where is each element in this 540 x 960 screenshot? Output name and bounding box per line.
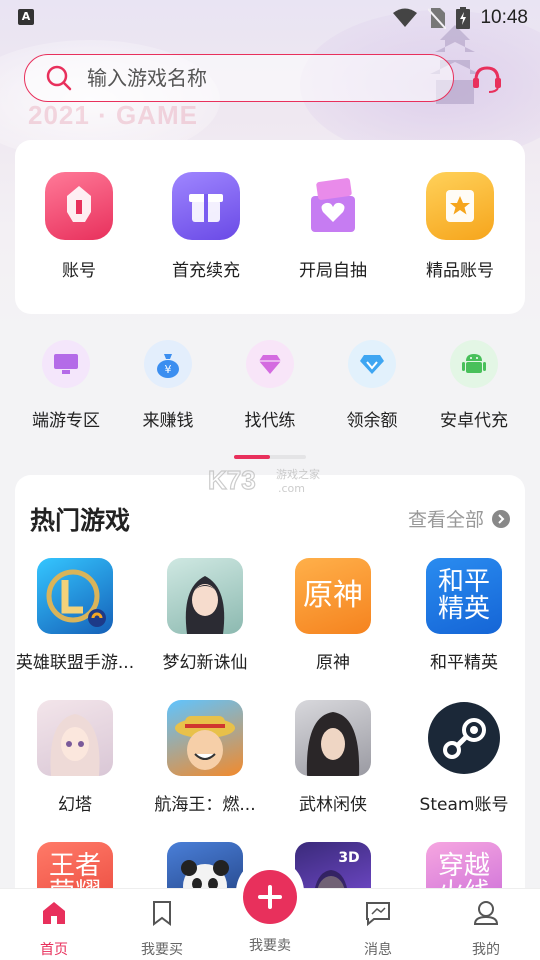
see-all-label: 查看全部	[407, 509, 484, 531]
category-premium-account[interactable]: 精品账号	[400, 172, 520, 281]
shortcut-pc-games[interactable]: 端游专区	[16, 340, 116, 431]
game-name: 武林闲侠	[299, 795, 367, 815]
category-label: 首充续充	[172, 261, 240, 281]
svg-text:3D: 3D	[338, 850, 359, 866]
profile-icon	[473, 901, 499, 925]
see-all-link[interactable]: 查看全部	[408, 505, 510, 532]
genshin-text-icon: 原神	[295, 558, 371, 634]
status-bar: A 10:48	[0, 0, 540, 36]
category-label: 账号	[62, 261, 96, 281]
search-bar[interactable]	[24, 54, 454, 102]
home-icon	[43, 902, 65, 924]
game-item[interactable]: 梦幻新诛仙	[143, 558, 267, 673]
game-item[interactable]: 武林闲侠	[271, 700, 395, 815]
shortcut-row: 端游专区 ¥ 来赚钱 找代练 领余额 安卓代充	[0, 340, 540, 440]
shortcut-android-recharge[interactable]: 安卓代充	[424, 340, 524, 431]
game-item[interactable]: 原神 原神	[271, 558, 395, 673]
nav-messages[interactable]: 消息	[338, 899, 418, 959]
plus-icon	[258, 885, 282, 909]
no-sim-icon	[428, 8, 447, 29]
game-name: Steam账号	[419, 795, 509, 815]
diamond-icon	[246, 340, 294, 388]
money-bag-icon: ¥	[144, 340, 192, 388]
category-label: 开局自抽	[299, 261, 367, 281]
gift-heart-icon	[299, 172, 367, 240]
page-indicator-active	[234, 455, 270, 459]
page-indicator	[234, 455, 306, 459]
svg-text:¥: ¥	[165, 363, 172, 376]
chevron-right-icon	[492, 509, 510, 528]
nav-label: 消息	[364, 942, 392, 958]
lol-icon	[37, 558, 113, 634]
anime-girl-icon	[37, 700, 113, 776]
nav-label: 我的	[472, 942, 500, 958]
nav-label: 我要卖	[249, 938, 291, 954]
svg-text:.com: .com	[278, 482, 305, 495]
svg-text:游戏之家: 游戏之家	[276, 467, 320, 481]
shortcut-claim-balance[interactable]: 领余额	[322, 340, 422, 431]
game-name: 和平精英	[430, 653, 498, 673]
hero-watermark-text: 2021 · GAME	[28, 100, 198, 130]
clock: 10:48	[480, 7, 528, 28]
game-item[interactable]: 航海王：燃...	[143, 700, 267, 815]
fairy-girl-icon	[167, 558, 243, 634]
nav-sell[interactable]: 我要卖	[230, 935, 310, 955]
game-item[interactable]: Steam账号	[402, 700, 525, 815]
shortcut-label: 找代练	[244, 411, 296, 431]
swordsman-icon	[295, 700, 371, 776]
battery-charging-icon	[456, 7, 471, 29]
sell-button[interactable]	[243, 870, 297, 924]
game-icon-text: 和平精英	[437, 566, 490, 624]
shortcut-label: 端游专区	[32, 411, 100, 431]
game-item[interactable]: 和平精英 和平精英	[402, 558, 525, 673]
game-icon-text: 原神	[303, 578, 363, 614]
game-name: 英雄联盟手游...	[15, 653, 135, 673]
message-icon	[366, 902, 390, 927]
peace-elite-text-icon: 和平精英	[426, 558, 502, 634]
helmet-icon	[45, 172, 113, 240]
category-label: 精品账号	[426, 261, 494, 281]
notification-a-icon: A	[18, 9, 34, 25]
wifi-icon	[393, 8, 418, 27]
shortcut-label: 来赚钱	[142, 411, 194, 431]
shortcut-label: 领余额	[346, 411, 398, 431]
svg-text:K73: K73	[208, 465, 256, 495]
steam-icon	[426, 700, 502, 776]
category-first-recharge[interactable]: 首充续充	[146, 172, 266, 281]
nav-buy[interactable]: 我要买	[122, 899, 202, 959]
game-name: 梦幻新诛仙	[162, 653, 248, 673]
monitor-icon	[42, 340, 90, 388]
search-input[interactable]	[87, 66, 417, 90]
section-title: 热门游戏	[30, 506, 131, 535]
site-watermark-logo: K73 游戏之家 .com	[207, 462, 338, 498]
game-item[interactable]: 英雄联盟手游...	[15, 558, 137, 673]
category-card: 账号 首充续充 开局自抽 精品账号	[15, 140, 525, 314]
star-card-icon	[426, 172, 494, 240]
nav-home[interactable]: 首页	[14, 899, 94, 959]
shortcut-label: 安卓代充	[440, 411, 508, 431]
nav-label: 首页	[40, 942, 68, 958]
shortcut-find-booster[interactable]: 找代练	[220, 340, 320, 431]
customer-service-headset-icon[interactable]	[470, 62, 504, 96]
game-name: 航海王：燃...	[154, 795, 256, 815]
android-icon	[450, 340, 498, 388]
game-name: 原神	[316, 653, 350, 673]
search-icon	[46, 65, 72, 91]
gift-box-icon	[172, 172, 240, 240]
gem-icon	[348, 340, 396, 388]
game-item[interactable]: 幻塔	[15, 700, 137, 815]
nav-label: 我要买	[141, 942, 183, 958]
category-self-draw[interactable]: 开局自抽	[273, 172, 393, 281]
category-account[interactable]: 账号	[19, 172, 139, 281]
nav-profile[interactable]: 我的	[446, 899, 526, 959]
luffy-icon	[167, 700, 243, 776]
hot-games-section: 热门游戏 查看全部 英雄联盟手游... 梦幻新诛仙 原神 原神 和平精英 和平精…	[15, 475, 525, 895]
bookmark-icon	[153, 901, 171, 926]
shortcut-earn-money[interactable]: ¥ 来赚钱	[118, 340, 218, 431]
game-name: 幻塔	[58, 795, 92, 815]
